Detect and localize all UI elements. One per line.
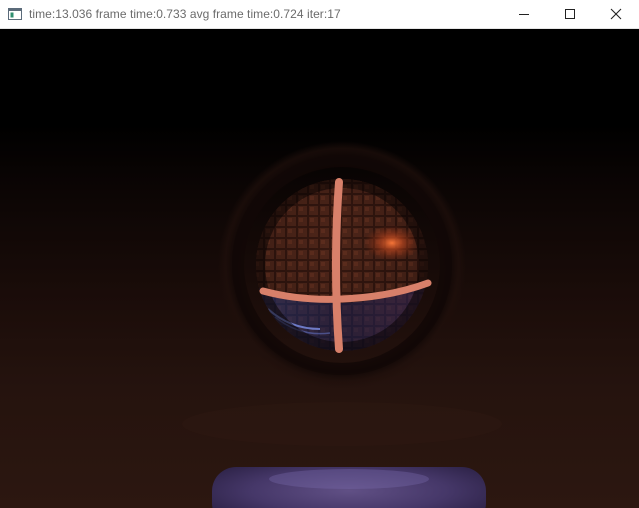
maximize-icon <box>565 9 575 19</box>
minimize-icon <box>519 14 529 15</box>
sphere-vertical-stripe <box>332 178 343 353</box>
app-window: time:13.036 frame time:0.733 avg frame t… <box>0 0 639 508</box>
app-window-icon <box>8 7 22 21</box>
rendered-scene <box>182 141 502 508</box>
render-viewport[interactable] <box>0 29 639 508</box>
window-title: time:13.036 frame time:0.733 avg frame t… <box>29 7 341 21</box>
floor-reflection <box>182 402 502 446</box>
close-button[interactable] <box>593 0 639 29</box>
title-bar[interactable]: time:13.036 frame time:0.733 avg frame t… <box>0 0 639 29</box>
maximize-button[interactable] <box>547 0 593 29</box>
close-icon <box>610 8 622 20</box>
minimize-button[interactable] <box>501 0 547 29</box>
floor-platform <box>212 467 486 508</box>
